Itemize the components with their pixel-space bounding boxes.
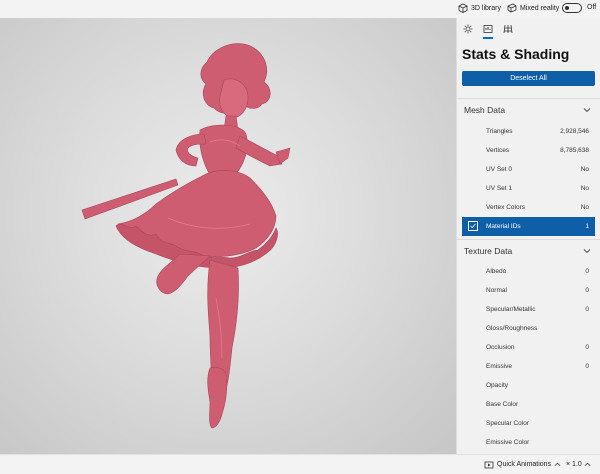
row-value: No [580,185,589,192]
row-label: Albedo [486,268,507,275]
row-value: 0 [585,344,589,351]
playback-speed-button[interactable]: × 1.0 [566,461,591,468]
row-label: Specular/Metallic [486,306,536,313]
row-label: Normal [486,287,507,294]
tab-stats[interactable] [481,22,495,39]
row-value: 0 [585,287,589,294]
row-label: Occlusion [486,344,515,351]
row-label: UV Set 0 [486,166,513,173]
grid-icon [503,24,513,34]
mesh-row-uv-set-0: UV Set 0 No [462,160,595,179]
sun-icon [463,24,473,34]
3d-viewport[interactable] [0,18,456,454]
mesh-row-vertex-colors: Vertex Colors No [462,198,595,217]
tab-lighting[interactable] [461,22,475,36]
texture-row-emissive-color: Emissive Color [462,433,595,452]
row-label: Base Color [486,401,519,408]
row-value: 2,928,546 [560,128,589,135]
tab-grid[interactable] [501,22,515,36]
stats-panel: Stats & Shading Deselect All Mesh Data T… [456,18,600,454]
3d-library-button[interactable]: 3D library [458,3,501,13]
row-label: Material IDs [486,223,521,230]
stats-icon [483,25,493,33]
row-label: Vertices [486,147,510,154]
cube-icon [458,3,468,13]
mesh-data-heading: Mesh Data [464,104,506,115]
panel-title: Stats & Shading [462,46,570,62]
toggle-knob [565,6,569,10]
mixed-reality-icon [507,3,517,13]
chevron-up-icon [584,462,591,467]
3d-library-label: 3D library [471,4,501,12]
texture-data-heading: Texture Data [464,245,513,256]
top-bar: 3D library Mixed reality Off [0,0,600,18]
row-label: Vertex Colors [486,204,526,211]
row-label: Emissive [486,363,513,370]
mesh-row-material-ids[interactable]: Material IDs 1 [462,217,595,236]
row-value: 0 [585,363,589,370]
row-value: 0 [585,268,589,275]
row-label: Emissive Color [486,439,530,446]
mesh-data-header[interactable]: Mesh Data [457,98,600,120]
texture-row-specular-metallic: Specular/Metallic 0 [462,300,595,319]
row-label: UV Set 1 [486,185,513,192]
row-value: 0 [585,306,589,313]
texture-row-normal: Normal 0 [462,281,595,300]
chevron-down-icon [583,108,591,113]
mesh-row-vertices: Vertices 8,785,638 [462,141,595,160]
row-value: No [580,166,589,173]
texture-data-header[interactable]: Texture Data [457,239,600,261]
row-label: Opacity [486,382,509,389]
chevron-up-icon [554,462,561,467]
animation-icon [484,461,494,469]
panel-tabs [457,18,600,40]
texture-row-emissive: Emissive 0 [462,357,595,376]
row-label: Gloss/Roughness [486,325,538,332]
playback-speed-label: × 1.0 [566,461,582,468]
mixed-reality-label: Mixed reality [520,4,560,12]
3d-model[interactable] [0,18,456,454]
toggle-state-label: Off [587,4,597,11]
bottom-bar: Quick Animations × 1.0 [0,454,600,474]
row-value: 1 [585,223,589,230]
texture-row-albedo: Albedo 0 [462,262,595,281]
texture-row-gloss-roughness: Gloss/Roughness [462,319,595,338]
texture-row-base-color: Base Color [462,395,595,414]
chevron-down-icon [583,249,591,254]
mixed-reality-toggle[interactable] [562,3,582,13]
checkbox-checked-icon[interactable] [468,221,478,231]
texture-row-occlusion: Occlusion 0 [462,338,595,357]
quick-animations-label: Quick Animations [497,461,552,468]
mesh-row-uv-set-1: UV Set 1 No [462,179,595,198]
texture-row-specular-color: Specular Color [462,414,595,433]
row-value: 8,785,638 [560,147,589,154]
row-value: No [580,204,589,211]
row-label: Triangles [486,128,513,135]
mesh-row-triangles: Triangles 2,928,546 [462,122,595,141]
quick-animations-button[interactable]: Quick Animations [484,460,561,469]
mixed-reality-button[interactable]: Mixed reality [507,3,559,13]
texture-row-opacity: Opacity [462,376,595,395]
deselect-all-button[interactable]: Deselect All [462,71,595,86]
row-label: Specular Color [486,420,529,427]
